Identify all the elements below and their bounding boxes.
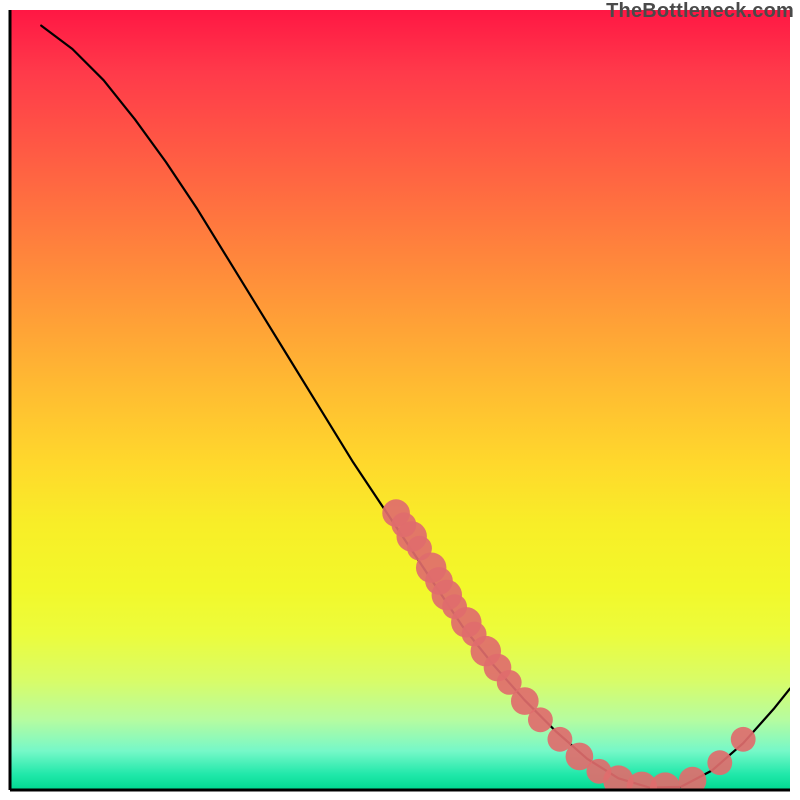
chart-container: TheBottleneck.com [0,0,800,800]
data-point [679,767,707,790]
bottleneck-curve [41,26,790,788]
chart-svg [10,10,790,790]
data-point [650,772,680,790]
data-point [528,707,553,732]
watermark: TheBottleneck.com [606,0,794,23]
plot-area [10,10,790,790]
data-point [731,727,756,752]
curve-layer [41,26,790,788]
points-layer [382,499,755,790]
data-point [707,750,732,775]
